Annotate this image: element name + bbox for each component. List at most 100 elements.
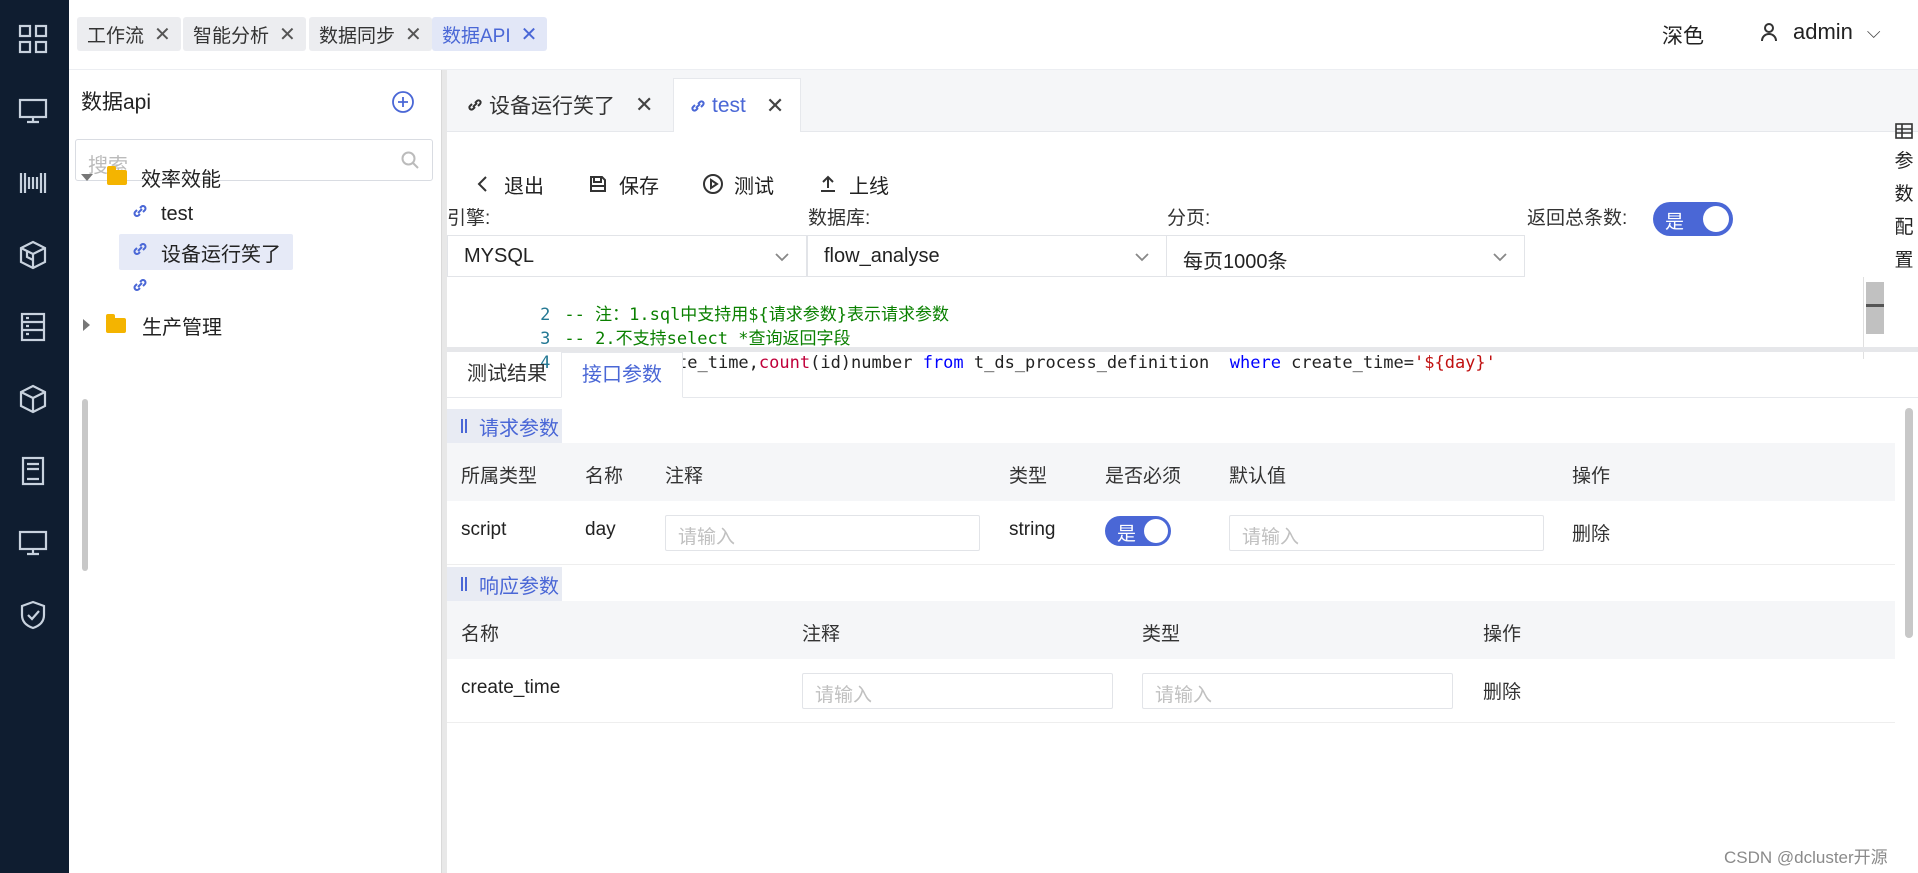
cell-belong-type: script <box>461 519 507 540</box>
chevron-down-icon <box>1493 253 1507 262</box>
delete-link[interactable]: 删除 <box>1572 519 1610 546</box>
tab-test-result[interactable]: 测试结果 <box>447 352 567 398</box>
database-value: flow_analyse <box>824 245 940 267</box>
toggle-label: 是 <box>1665 212 1685 233</box>
tree-node-label: 生产管理 <box>142 316 222 339</box>
tree-api-test[interactable]: test <box>125 196 193 232</box>
main-scrollbar[interactable] <box>1905 408 1913 638</box>
left-nav-rail <box>0 0 69 873</box>
theme-toggle[interactable]: 深色 <box>1662 20 1704 50</box>
close-icon[interactable]: ✕ <box>766 93 784 119</box>
col-comment: 注释 <box>665 466 704 487</box>
save-button[interactable]: 保存 <box>587 170 659 199</box>
file-tabs: 设备运行笑了 ✕ test ✕ <box>447 70 1918 132</box>
top-tab-data-api[interactable]: 数据API ✕ <box>432 17 548 51</box>
comment-input[interactable]: 请输入 <box>665 515 980 551</box>
side-tab-char: 数 <box>1894 184 1914 205</box>
top-tab-workflow[interactable]: 工作流 ✕ <box>77 17 181 51</box>
scroll-thumb[interactable] <box>1866 282 1884 334</box>
tree-folder-production[interactable]: 生产管理 <box>83 307 222 343</box>
cell-type: string <box>1009 519 1056 540</box>
cube-icon[interactable] <box>15 237 51 273</box>
tree-node-label: test <box>161 202 194 225</box>
user-name: admin <box>1793 19 1853 44</box>
section-title: 响应参数 <box>479 575 559 598</box>
barcode-icon[interactable] <box>15 165 51 201</box>
tree-title: 数据api <box>81 91 152 114</box>
file-tab-test[interactable]: test ✕ <box>673 78 802 132</box>
search-icon[interactable] <box>400 150 420 170</box>
col-belong-type: 所属类型 <box>461 466 538 487</box>
database-icon[interactable] <box>15 309 51 345</box>
close-icon[interactable]: ✕ <box>521 22 538 47</box>
tree-scrollbar[interactable] <box>82 399 88 571</box>
engine-select[interactable]: MYSQL <box>447 235 807 277</box>
close-icon[interactable]: ✕ <box>635 92 653 118</box>
scroll-mark <box>1866 304 1884 307</box>
link-icon <box>131 240 149 264</box>
caret-down-icon[interactable] <box>81 173 93 181</box>
input-placeholder: 请输入 <box>678 527 736 548</box>
folder-icon <box>106 313 126 333</box>
add-circle-icon[interactable] <box>391 90 415 114</box>
code-line: 3 -- 2.不支持select *查询返回字段 <box>447 303 850 349</box>
type-input[interactable]: 请输入 <box>1142 673 1453 709</box>
upload-icon <box>821 175 835 192</box>
play-circle-icon <box>703 174 723 194</box>
tab-api-params[interactable]: 接口参数 <box>561 352 683 398</box>
database-select[interactable]: flow_analyse <box>807 235 1167 277</box>
tree-node-label: 效率效能 <box>141 168 221 191</box>
top-tab-analysis[interactable]: 智能分析 ✕ <box>183 17 306 51</box>
tree-api-unnamed[interactable] <box>125 270 161 306</box>
top-tab-sync[interactable]: 数据同步 ✕ <box>309 17 432 51</box>
col-action: 操作 <box>1572 466 1611 487</box>
top-tab-label: 数据API <box>442 25 511 47</box>
file-tab-label: 设备运行笑了 <box>489 95 615 118</box>
delete-link[interactable]: 删除 <box>1483 677 1521 704</box>
required-toggle[interactable]: 是 <box>1105 516 1171 546</box>
top-tab-label: 工作流 <box>87 25 145 47</box>
total-count-toggle[interactable]: 是 <box>1653 202 1733 236</box>
chevron-down-icon: ⌵ <box>1866 21 1881 42</box>
paging-select[interactable]: 每页1000条 <box>1166 235 1525 277</box>
close-icon[interactable]: ✕ <box>405 22 422 47</box>
user-icon <box>1761 23 1777 42</box>
request-params-header: 请求参数 <box>447 409 929 443</box>
api-tree-panel: 数据api 搜索 效率效能 test 设备运行笑了 生产管理 <box>69 70 441 873</box>
online-button[interactable]: 上线 <box>817 170 889 199</box>
col-required: 是否必须 <box>1105 466 1182 487</box>
side-tab-char: 配 <box>1894 217 1914 238</box>
comment-input[interactable]: 请输入 <box>802 673 1113 709</box>
param-config-side-tab[interactable]: 参 数 配 置 <box>1890 122 1918 272</box>
monitor-icon[interactable] <box>15 93 51 129</box>
toggle-label: 是 <box>1117 524 1137 545</box>
link-icon <box>468 99 482 111</box>
engine-label: 引擎: <box>447 208 491 229</box>
main-area: 设备运行笑了 ✕ test ✕ 退出 保存 测试 上线 引擎: MYSQL 数据… <box>447 70 1918 873</box>
top-tab-label: 智能分析 <box>193 25 270 47</box>
box-icon[interactable] <box>15 381 51 417</box>
tree-api-device[interactable]: 设备运行笑了 <box>119 234 293 270</box>
section-title: 请求参数 <box>479 417 559 440</box>
screen-icon[interactable] <box>15 525 51 561</box>
apps-grid-icon[interactable] <box>15 21 51 57</box>
default-input[interactable]: 请输入 <box>1229 515 1544 551</box>
caret-right-icon[interactable] <box>83 319 90 331</box>
user-menu[interactable]: admin ⌵ <box>1759 19 1881 45</box>
tree-folder-efficiency[interactable]: 效率效能 <box>81 159 221 195</box>
file-tab-device[interactable]: 设备运行笑了 ✕ <box>451 78 669 132</box>
side-tab-char: 置 <box>1894 250 1914 271</box>
save-label: 保存 <box>619 175 659 198</box>
shield-check-icon[interactable] <box>15 597 51 633</box>
exit-button[interactable]: 退出 <box>472 170 544 199</box>
document-icon[interactable] <box>15 453 51 489</box>
section-pill: 请求参数 <box>447 409 562 443</box>
input-placeholder: 请输入 <box>1242 527 1300 548</box>
request-table-header: 所属类型 名称 注释 类型 是否必须 默认值 操作 <box>447 443 1895 501</box>
close-icon[interactable]: ✕ <box>279 22 296 47</box>
close-icon[interactable]: ✕ <box>154 22 171 47</box>
section-pill: 响应参数 <box>447 567 562 601</box>
test-button[interactable]: 测试 <box>702 170 774 199</box>
paging-label: 分页: <box>1167 208 1211 229</box>
pause-bar-icon <box>461 419 467 433</box>
